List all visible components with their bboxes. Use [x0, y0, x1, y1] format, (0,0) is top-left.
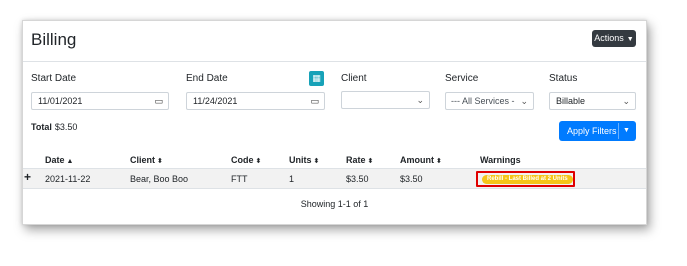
- apply-filters-button[interactable]: Apply Filters ▼: [559, 121, 636, 141]
- expand-row-plus-icon[interactable]: +: [24, 170, 31, 184]
- sort-icon: ⬍: [255, 158, 262, 165]
- sort-icon: ⬍: [313, 158, 320, 165]
- client-select[interactable]: ⌄: [341, 91, 430, 109]
- column-header-label: Code: [231, 155, 254, 165]
- calendar-icon[interactable]: ▭: [310, 93, 319, 109]
- sort-icon: ⬍: [436, 158, 442, 165]
- service-value: --- All Services -: [451, 96, 515, 106]
- pagination-text: Showing 1-1 of 1: [300, 199, 369, 209]
- apply-filters-label: Apply Filters: [567, 126, 617, 136]
- service-label: Service: [445, 73, 479, 84]
- total-value: $3.50: [54, 122, 78, 132]
- column-header-label: Units: [289, 155, 312, 165]
- client-label: Client: [341, 73, 367, 84]
- column-header-warnings: Warnings: [480, 155, 521, 165]
- column-header-client[interactable]: Client ⬍: [130, 155, 163, 165]
- sort-icon: ⬍: [157, 158, 163, 165]
- total-summary: Total $3.50: [31, 122, 77, 132]
- total-label: Total: [31, 122, 52, 132]
- start-date-value: 11/01/2021: [38, 96, 83, 106]
- cell-amount: $3.50: [400, 174, 423, 184]
- start-date-label: Start Date: [31, 73, 77, 84]
- card-header: Billing Actions ▼: [23, 21, 646, 62]
- column-header-label: Rate: [346, 155, 366, 165]
- cell-units: 1: [289, 174, 295, 184]
- billing-card: Billing Actions ▼ Start Date 11/01/2021 ▭…: [22, 20, 647, 225]
- chevron-down-icon: ⌄: [520, 96, 528, 106]
- end-date-value: 11/24/2021: [193, 96, 238, 106]
- calendar-icon[interactable]: ▭: [154, 93, 163, 109]
- page-title: Billing: [31, 30, 77, 49]
- caret-down-icon: ▼: [626, 36, 634, 43]
- status-value: Billable: [556, 96, 586, 106]
- start-date-field[interactable]: 11/01/2021 ▭: [31, 92, 169, 110]
- warning-badge: Rebill - Last Billed at 2 Units: [482, 175, 573, 184]
- column-header-label: Client: [130, 155, 156, 165]
- end-date-field[interactable]: 11/24/2021 ▭: [186, 92, 325, 110]
- warning-highlight-box: Rebill - Last Billed at 2 Units: [476, 171, 575, 187]
- cell-date: 2021-11-22: [45, 174, 91, 184]
- column-header-label: Date: [45, 155, 65, 165]
- column-header-date[interactable]: Date ▲: [45, 155, 73, 165]
- sort-asc-icon: ▲: [66, 158, 74, 165]
- column-header-rate[interactable]: Rate ⬍: [346, 155, 373, 165]
- column-header-units[interactable]: Units ⬍: [289, 155, 319, 165]
- table-row-divider: [23, 188, 646, 189]
- caret-down-icon[interactable]: ▼: [623, 121, 630, 141]
- status-label: Status: [549, 73, 578, 84]
- column-header-amount[interactable]: Amount ⬍: [400, 155, 442, 165]
- end-date-label: End Date: [186, 73, 228, 84]
- chevron-down-icon: ⌄: [416, 95, 424, 105]
- actions-button[interactable]: Actions ▼: [592, 30, 636, 47]
- actions-label: Actions: [594, 33, 624, 43]
- cell-client: Bear, Boo Boo: [130, 174, 189, 184]
- column-header-code[interactable]: Code ⬍: [231, 155, 261, 165]
- cell-rate: $3.50: [346, 174, 369, 184]
- cell-code: FTT: [231, 174, 248, 184]
- calendar-button-icon[interactable]: ▦: [309, 71, 324, 86]
- service-select[interactable]: --- All Services - ⌄: [445, 92, 534, 110]
- chevron-down-icon: ⌄: [622, 96, 630, 106]
- column-header-label: Amount: [400, 155, 434, 165]
- sort-icon: ⬍: [367, 158, 374, 165]
- status-select[interactable]: Billable ⌄: [549, 92, 636, 110]
- split-divider: [618, 123, 619, 139]
